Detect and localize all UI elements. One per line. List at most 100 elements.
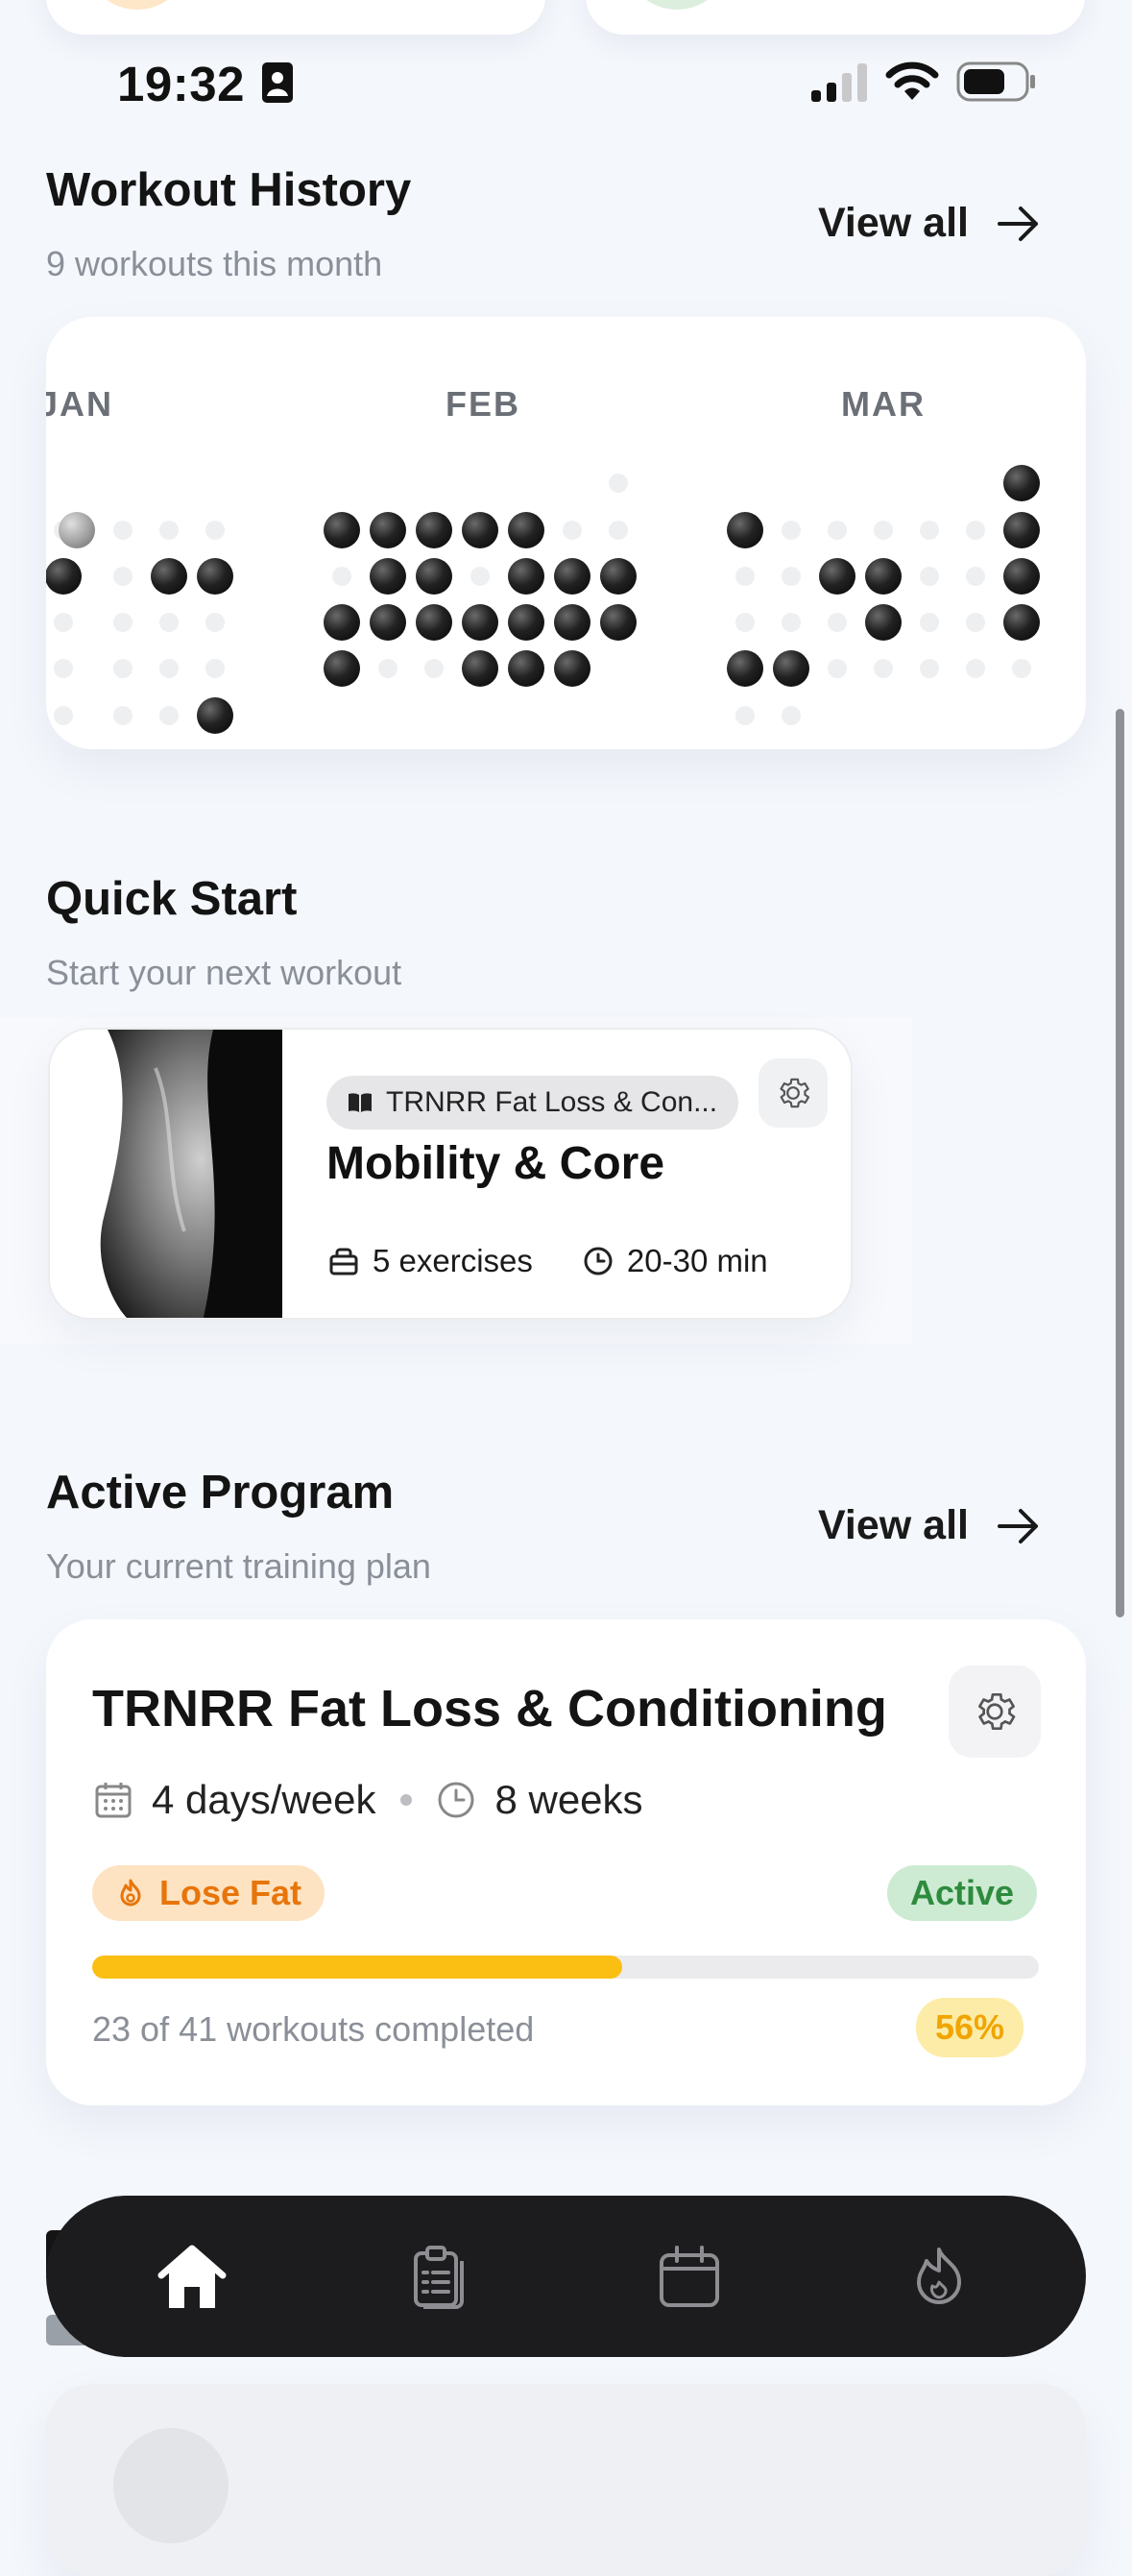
workout-history-subtitle: 9 workouts this month bbox=[46, 244, 383, 283]
calendar-day-dot bbox=[828, 613, 847, 632]
calendar-day-dot bbox=[332, 567, 351, 586]
clock-icon bbox=[438, 1782, 474, 1818]
calendar-day-dot bbox=[205, 613, 225, 632]
calendar-day-dot bbox=[205, 521, 225, 540]
calendar-day-dot bbox=[874, 521, 893, 540]
workout-history-view-all[interactable]: View all bbox=[818, 200, 1042, 247]
calendar-day-dot bbox=[966, 613, 985, 632]
scrollbar-thumb[interactable] bbox=[1116, 709, 1124, 1617]
active-program-card[interactable]: TRNRR Fat Loss & Conditioning 4 days/wee… bbox=[46, 1619, 1086, 2105]
calendar-day-dot bbox=[159, 613, 179, 632]
calendar-day-dot bbox=[874, 659, 893, 678]
calendar-day-dot bbox=[966, 659, 985, 678]
calendar-day-dot bbox=[324, 604, 360, 641]
home-icon bbox=[157, 2245, 227, 2308]
quick-start-card[interactable]: TRNRR Fat Loss & Con... Mobility & Core … bbox=[48, 1028, 853, 1320]
summary-card-icon bbox=[624, 0, 730, 10]
calendar-day-dot bbox=[773, 650, 809, 687]
calendar-day-dot bbox=[205, 659, 225, 678]
quick-start-meta: 5 exercises 20-30 min bbox=[328, 1243, 768, 1279]
program-length: 8 weeks bbox=[494, 1777, 643, 1822]
cellular-signal-icon bbox=[811, 63, 867, 102]
calendar-day-dot bbox=[113, 613, 132, 632]
quick-start-settings-button[interactable] bbox=[759, 1058, 828, 1128]
calendar-day-dot bbox=[370, 604, 406, 641]
calendar-day-dot bbox=[370, 558, 406, 595]
calendar-day-dot bbox=[462, 650, 498, 687]
calendar-day-dot bbox=[828, 659, 847, 678]
program-tag-label: TRNRR Fat Loss & Con... bbox=[386, 1086, 718, 1118]
program-progress-fill bbox=[92, 1956, 623, 1979]
nav-calendar[interactable] bbox=[646, 2234, 733, 2321]
calendar-day-dot bbox=[470, 567, 490, 586]
clock-icon bbox=[584, 1247, 613, 1276]
battery-icon bbox=[956, 61, 1035, 102]
nav-home[interactable] bbox=[149, 2234, 235, 2321]
summary-card-icon bbox=[84, 0, 190, 10]
quick-start-subtitle: Start your next workout bbox=[46, 953, 402, 992]
calendar-day-dot bbox=[416, 558, 452, 595]
calendar-day-dot bbox=[554, 558, 590, 595]
calendar-day-dot bbox=[113, 706, 132, 725]
calendar-day-dot bbox=[727, 512, 763, 548]
month-label-feb: FEB bbox=[446, 384, 520, 424]
nav-progress[interactable] bbox=[896, 2234, 982, 2321]
quick-start-workout-name: Mobility & Core bbox=[326, 1138, 665, 1189]
calendar-day-dot bbox=[113, 567, 132, 586]
gear-icon bbox=[780, 1078, 810, 1108]
calendar-day-dot bbox=[59, 512, 95, 548]
status-badge-label: Active bbox=[910, 1873, 1015, 1912]
progress-percent: 56% bbox=[935, 2007, 1005, 2047]
summary-card-right[interactable] bbox=[586, 0, 1085, 35]
calendar-icon bbox=[660, 2246, 719, 2307]
program-meta: 4 days/week 8 weeks bbox=[94, 1777, 643, 1823]
gear-icon bbox=[978, 1692, 1016, 1731]
calendar-day-dot bbox=[1003, 465, 1040, 501]
calendar-day-dot bbox=[508, 650, 544, 687]
calendar-day-dot bbox=[563, 521, 582, 540]
view-all-label: View all bbox=[818, 1502, 969, 1548]
status-badge: Active bbox=[887, 1865, 1038, 1921]
calendar-day-dot bbox=[508, 604, 544, 641]
calendar-day-dot bbox=[197, 697, 233, 734]
calendar-day-dot bbox=[920, 613, 939, 632]
calendar-day-dot bbox=[865, 558, 902, 595]
calendar-day-dot bbox=[54, 706, 73, 725]
program-settings-button[interactable] bbox=[949, 1665, 1041, 1758]
quick-start-title: Quick Start bbox=[46, 873, 298, 925]
calendar-day-dot bbox=[416, 512, 452, 548]
calendar-day-dot bbox=[46, 558, 82, 595]
summary-card-left[interactable] bbox=[46, 0, 545, 35]
calendar-day-dot bbox=[54, 659, 73, 678]
calendar-day-dot bbox=[600, 558, 637, 595]
program-name: TRNRR Fat Loss & Conditioning bbox=[92, 1680, 887, 1738]
status-time: 19:32 bbox=[117, 57, 245, 111]
workout-history-title: Workout History bbox=[46, 164, 412, 216]
month-label-mar: MAR bbox=[841, 384, 926, 424]
program-progress-bar bbox=[92, 1956, 1039, 1979]
calendar-day-dot bbox=[508, 512, 544, 548]
calendar-day-dot bbox=[609, 521, 628, 540]
calendar-day-dot bbox=[416, 604, 452, 641]
calendar-day-dot bbox=[609, 474, 628, 493]
calendar-day-dot bbox=[159, 659, 179, 678]
active-program-title: Active Program bbox=[46, 1467, 395, 1519]
calendar-day-dot bbox=[735, 567, 755, 586]
clipboard-icon bbox=[414, 2246, 464, 2309]
calendar-day-dot bbox=[324, 512, 360, 548]
arrow-right-icon bbox=[997, 206, 1038, 241]
workout-history-calendar[interactable]: JAN FEB MAR bbox=[46, 317, 1086, 749]
active-program-view-all[interactable]: View all bbox=[818, 1502, 1042, 1549]
calendar-day-dot bbox=[113, 659, 132, 678]
wifi-icon bbox=[885, 61, 939, 100]
next-section-card[interactable] bbox=[46, 2384, 1086, 2576]
book-icon bbox=[349, 1093, 372, 1112]
flame-icon bbox=[917, 2248, 961, 2304]
exercise-count: 5 exercises bbox=[373, 1243, 533, 1278]
calendar-day-dot bbox=[727, 650, 763, 687]
contact-card-icon bbox=[262, 62, 293, 103]
meta-separator-dot bbox=[400, 1794, 413, 1806]
calendar-day-dot bbox=[554, 604, 590, 641]
nav-workouts[interactable] bbox=[397, 2234, 483, 2321]
calendar-day-dot bbox=[782, 613, 801, 632]
